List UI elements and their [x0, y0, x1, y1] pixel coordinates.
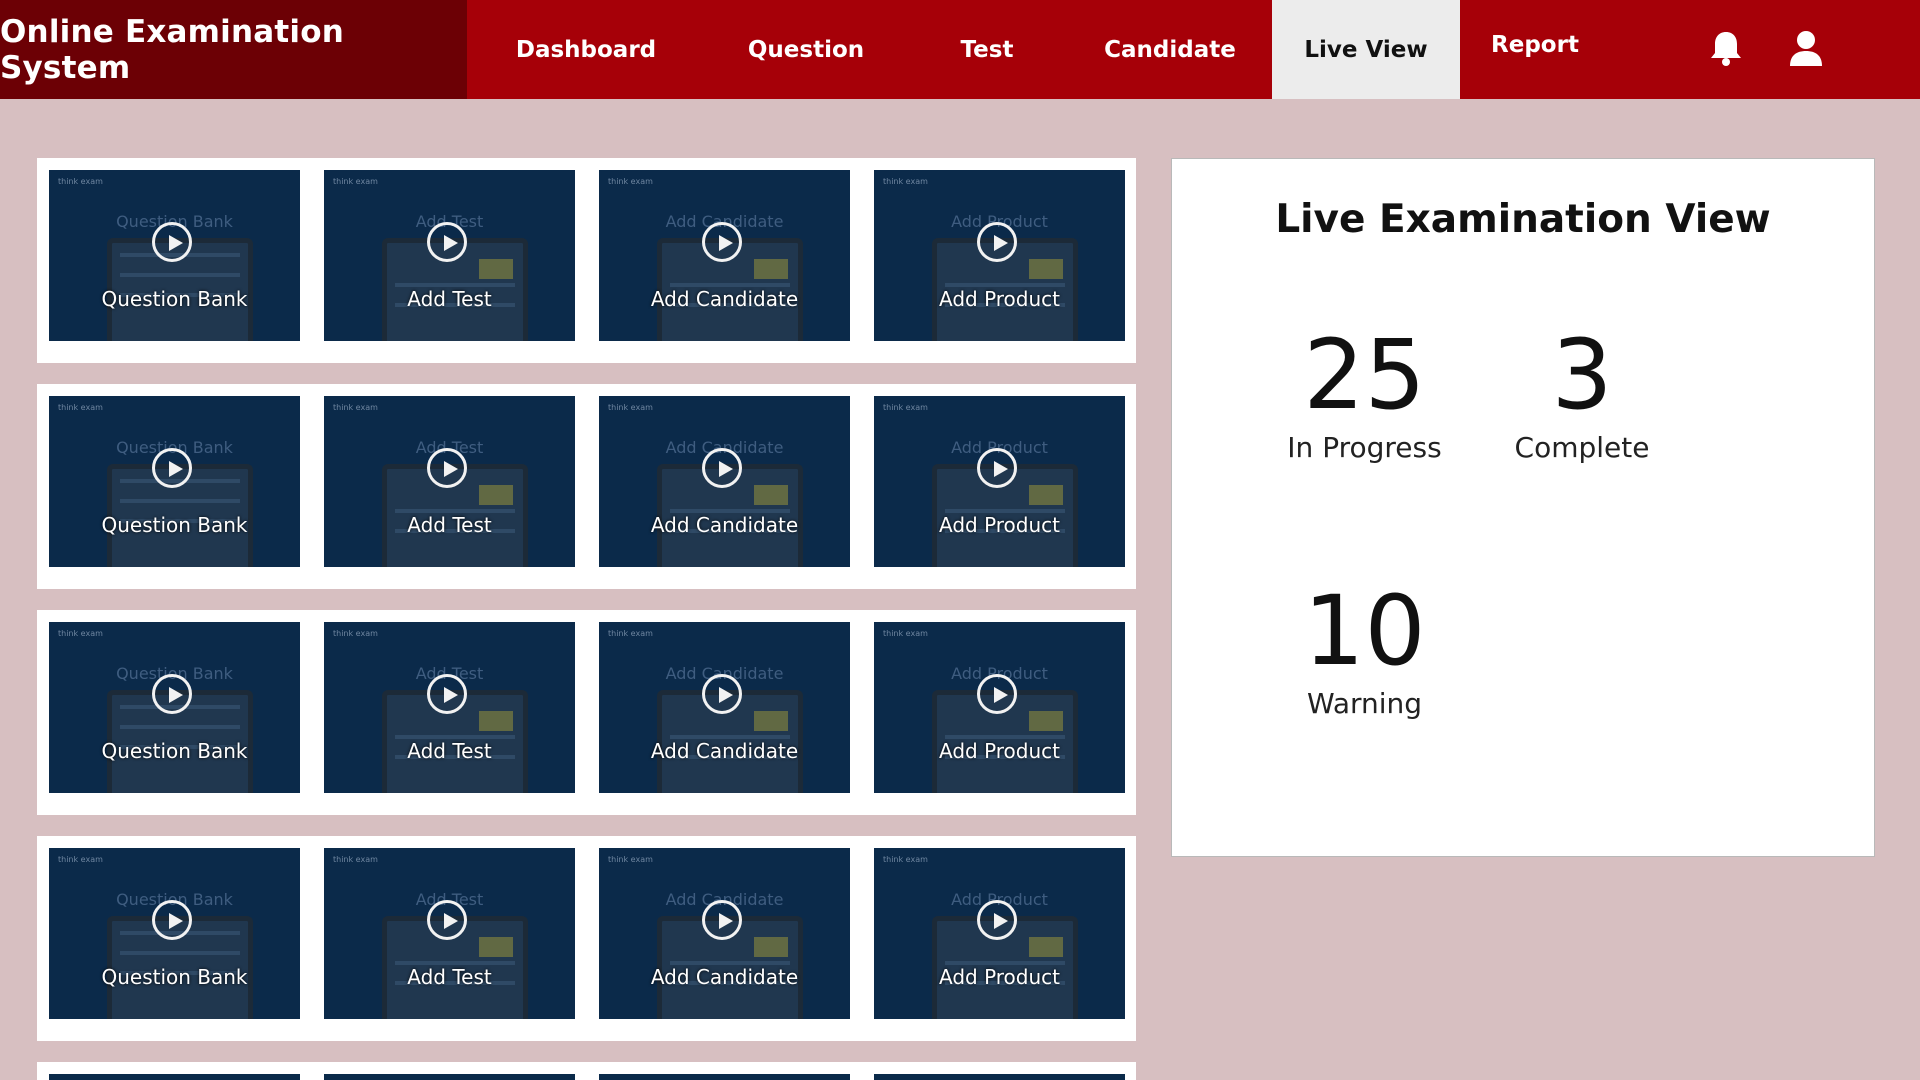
tile-caption: Add Product [938, 739, 1060, 763]
top-navbar: Online Examination System Dashboard Ques… [0, 0, 1920, 99]
video-tile-add-test[interactable] [324, 1074, 575, 1080]
think-exam-logo: think exam [58, 855, 103, 864]
play-icon[interactable] [702, 222, 742, 262]
think-exam-logo: think exam [883, 629, 928, 638]
stat-value: 3 [1551, 319, 1613, 431]
stat-label: In Progress [1287, 431, 1442, 464]
nav-candidate[interactable]: Candidate [1072, 0, 1268, 99]
video-tile-add-test[interactable]: think exam Add Test Add Test [324, 170, 575, 341]
video-tile-add-test[interactable]: think exam Add Test Add Test [324, 622, 575, 793]
think-exam-logo: think exam [608, 629, 653, 638]
play-icon[interactable] [427, 222, 467, 262]
play-icon[interactable] [152, 222, 192, 262]
think-exam-logo: think exam [58, 403, 103, 412]
video-tile-add-test[interactable]: think exam Add Test Add Test [324, 848, 575, 1019]
live-examination-panel: Live Examination View 25 In Progress 3 C… [1171, 158, 1875, 857]
think-exam-logo: think exam [608, 403, 653, 412]
think-exam-logo: think exam [608, 177, 653, 186]
play-icon[interactable] [152, 674, 192, 714]
think-exam-logo: think exam [333, 177, 378, 186]
nav-report[interactable]: Report [1470, 0, 1600, 94]
app-title: Online Examination System [0, 0, 467, 99]
nav-question[interactable]: Question [708, 0, 904, 99]
tile-caption: Add Product [938, 287, 1060, 311]
nav-test[interactable]: Test [912, 0, 1062, 99]
think-exam-logo: think exam [58, 629, 103, 638]
stat-value: 25 [1303, 319, 1426, 431]
user-icon[interactable] [1786, 28, 1826, 68]
think-exam-logo: think exam [58, 177, 103, 186]
stat-value: 10 [1303, 575, 1426, 687]
play-icon[interactable] [427, 674, 467, 714]
tile-caption: Add Test [407, 965, 492, 989]
think-exam-logo: think exam [333, 629, 378, 638]
video-row: think exam Question Bank Question Bank t… [37, 836, 1136, 1041]
tile-caption: Question Bank [101, 287, 248, 311]
play-icon[interactable] [702, 674, 742, 714]
video-tile-add-product[interactable] [874, 1074, 1125, 1080]
video-row: think exam Question Bank Question Bank t… [37, 158, 1136, 363]
video-tile-add-candidate[interactable] [599, 1074, 850, 1080]
video-tile-add-product[interactable]: think exam Add Product Add Product [874, 396, 1125, 567]
tile-caption: Add Test [407, 287, 492, 311]
tile-caption: Add Product [938, 513, 1060, 537]
play-icon[interactable] [152, 448, 192, 488]
tile-caption: Add Candidate [650, 965, 799, 989]
video-row: think exam Question Bank Question Bank t… [37, 384, 1136, 589]
think-exam-logo: think exam [883, 177, 928, 186]
tile-caption: Add Product [938, 965, 1060, 989]
video-tile-question-bank[interactable]: think exam Question Bank Question Bank [49, 396, 300, 567]
video-tile-question-bank[interactable]: think exam Question Bank Question Bank [49, 848, 300, 1019]
play-icon[interactable] [977, 674, 1017, 714]
think-exam-logo: think exam [608, 855, 653, 864]
nav-dashboard[interactable]: Dashboard [488, 0, 684, 99]
video-row: think exam Question Bank Question Bank t… [37, 610, 1136, 815]
tile-caption: Add Candidate [650, 739, 799, 763]
play-icon[interactable] [427, 448, 467, 488]
tile-caption: Question Bank [101, 965, 248, 989]
video-tile-add-product[interactable]: think exam Add Product Add Product [874, 848, 1125, 1019]
video-tile-add-product[interactable]: think exam Add Product Add Product [874, 170, 1125, 341]
tile-caption: Add Candidate [650, 287, 799, 311]
think-exam-logo: think exam [883, 403, 928, 412]
nav-live-view[interactable]: Live View [1272, 0, 1460, 99]
video-tile-add-candidate[interactable]: think exam Add Candidate Add Candidate [599, 170, 850, 341]
bell-icon[interactable] [1706, 28, 1746, 68]
panel-title: Live Examination View [1275, 197, 1771, 242]
play-icon[interactable] [152, 900, 192, 940]
tile-caption: Question Bank [101, 739, 248, 763]
video-tile-add-candidate[interactable]: think exam Add Candidate Add Candidate [599, 848, 850, 1019]
tile-caption: Add Test [407, 513, 492, 537]
play-icon[interactable] [977, 448, 1017, 488]
tile-caption: Add Candidate [650, 513, 799, 537]
video-tile-question-bank[interactable]: think exam Question Bank Question Bank [49, 622, 300, 793]
stat-warning: 10 Warning [1277, 581, 1452, 720]
video-row [37, 1062, 1136, 1080]
play-icon[interactable] [977, 900, 1017, 940]
play-icon[interactable] [977, 222, 1017, 262]
stat-label: Warning [1306, 687, 1423, 720]
play-icon[interactable] [427, 900, 467, 940]
stat-label: Complete [1514, 431, 1650, 464]
stat-in-progress: 25 In Progress [1277, 325, 1452, 464]
play-icon[interactable] [702, 448, 742, 488]
video-tile-add-candidate[interactable]: think exam Add Candidate Add Candidate [599, 396, 850, 567]
think-exam-logo: think exam [883, 855, 928, 864]
video-tile-question-bank[interactable] [49, 1074, 300, 1080]
think-exam-logo: think exam [333, 855, 378, 864]
video-tile-question-bank[interactable]: think exam Question Bank Question Bank [49, 170, 300, 341]
video-tile-add-candidate[interactable]: think exam Add Candidate Add Candidate [599, 622, 850, 793]
tile-caption: Add Test [407, 739, 492, 763]
play-icon[interactable] [702, 900, 742, 940]
think-exam-logo: think exam [333, 403, 378, 412]
tile-caption: Question Bank [101, 513, 248, 537]
video-tile-add-test[interactable]: think exam Add Test Add Test [324, 396, 575, 567]
stat-complete: 3 Complete [1502, 325, 1662, 464]
video-tile-add-product[interactable]: think exam Add Product Add Product [874, 622, 1125, 793]
